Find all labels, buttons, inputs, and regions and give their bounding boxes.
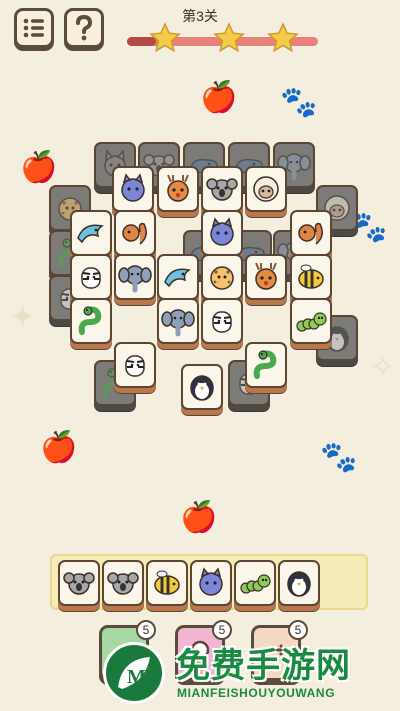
watermark-text-en: MIANFEISHOUYOUWANG — [177, 686, 336, 700]
zebra-icon — [125, 355, 145, 377]
bg-apple-icon: 🍎 — [40, 431, 78, 464]
board-tile-elephant[interactable] — [114, 254, 156, 300]
elephant-icon — [118, 265, 152, 293]
level-title: 第3关 — [182, 8, 218, 24]
zebra-icon — [212, 311, 232, 333]
bg-paw-icon: 🐾 — [280, 86, 318, 119]
sheep-icon — [253, 176, 279, 202]
star-icon — [267, 22, 299, 53]
snake-icon — [253, 350, 277, 379]
snake-icon — [78, 306, 102, 335]
caterpillar-icon — [240, 574, 271, 594]
star-icon — [149, 22, 181, 53]
undo-count-badge: 5 — [136, 620, 156, 640]
board-tile-snake[interactable] — [245, 342, 287, 388]
bee-icon — [154, 570, 180, 595]
tray-tile-cat — [190, 560, 232, 606]
board-tile-deer[interactable] — [245, 254, 287, 300]
zebra-icon — [81, 267, 101, 289]
tray-tile-koala — [58, 560, 100, 606]
shuffle-count-badge: 5 — [288, 620, 308, 640]
leaf-m-icon: M — [118, 657, 150, 689]
deer-icon — [167, 174, 189, 202]
bg-apple-icon: 🍎 — [180, 501, 218, 534]
watermark-logo: M — [103, 642, 165, 704]
board-tile-penguin[interactable] — [181, 364, 223, 410]
koala-icon — [63, 572, 95, 595]
star-icon — [213, 22, 245, 53]
koala-icon — [206, 178, 238, 201]
board-tile-snake[interactable] — [70, 298, 112, 344]
tray-tile-penguin — [278, 560, 320, 606]
board-tile-dolphin[interactable] — [157, 254, 199, 300]
hint-count-badge: 5 — [212, 620, 232, 640]
koala-icon — [107, 572, 139, 595]
deer-icon — [255, 262, 277, 290]
caterpillar-icon — [296, 312, 327, 332]
board-tile-leopard[interactable] — [201, 254, 243, 300]
bg-apple-icon: 🍎 — [200, 81, 238, 114]
tray-tile-bee — [146, 560, 188, 606]
watermark-text-cn: 免费手游网 — [176, 646, 351, 686]
board-tile-caterpillar[interactable] — [290, 298, 332, 344]
board-tile-zebra[interactable] — [70, 254, 112, 300]
board-tile-bee[interactable] — [290, 254, 332, 300]
dolphin-icon — [164, 268, 191, 288]
tray-tile-koala — [102, 560, 144, 606]
board-tile-cat[interactable] — [112, 166, 154, 212]
bg-apple-icon: 🍎 — [20, 151, 58, 184]
bg-star-icon: ✦ — [10, 301, 36, 334]
board-tile-zebra[interactable] — [201, 298, 243, 344]
board-tile-dolphin[interactable] — [70, 210, 112, 256]
board-tile-deer[interactable] — [157, 166, 199, 212]
board-tile-koala[interactable] — [201, 166, 243, 212]
cat-icon — [121, 173, 145, 202]
board-tile-zebra[interactable] — [114, 342, 156, 388]
board-tile-squirrel[interactable] — [114, 210, 156, 256]
cat-icon — [210, 217, 234, 246]
dolphin-icon — [77, 224, 104, 244]
tray-tile-caterpillar — [234, 560, 276, 606]
leopard-icon — [210, 266, 234, 290]
board-tile-elephant[interactable] — [157, 298, 199, 344]
cat-icon — [199, 567, 223, 596]
watermark-logo-letter: M — [127, 666, 146, 688]
board-tile-squirrel[interactable] — [290, 210, 332, 256]
elephant-icon — [161, 309, 195, 337]
penguin-icon — [287, 571, 311, 597]
penguin-icon — [190, 375, 214, 401]
bg-paw-icon: 🐾 — [320, 441, 358, 474]
collection-tray — [50, 554, 368, 610]
board-tile-cat[interactable] — [201, 210, 243, 256]
bee-icon — [298, 264, 324, 289]
squirrel-icon — [298, 222, 323, 245]
board-tile-sheep[interactable] — [245, 166, 287, 212]
bg-key-icon: ✧ — [370, 351, 396, 384]
squirrel-icon — [122, 222, 147, 245]
